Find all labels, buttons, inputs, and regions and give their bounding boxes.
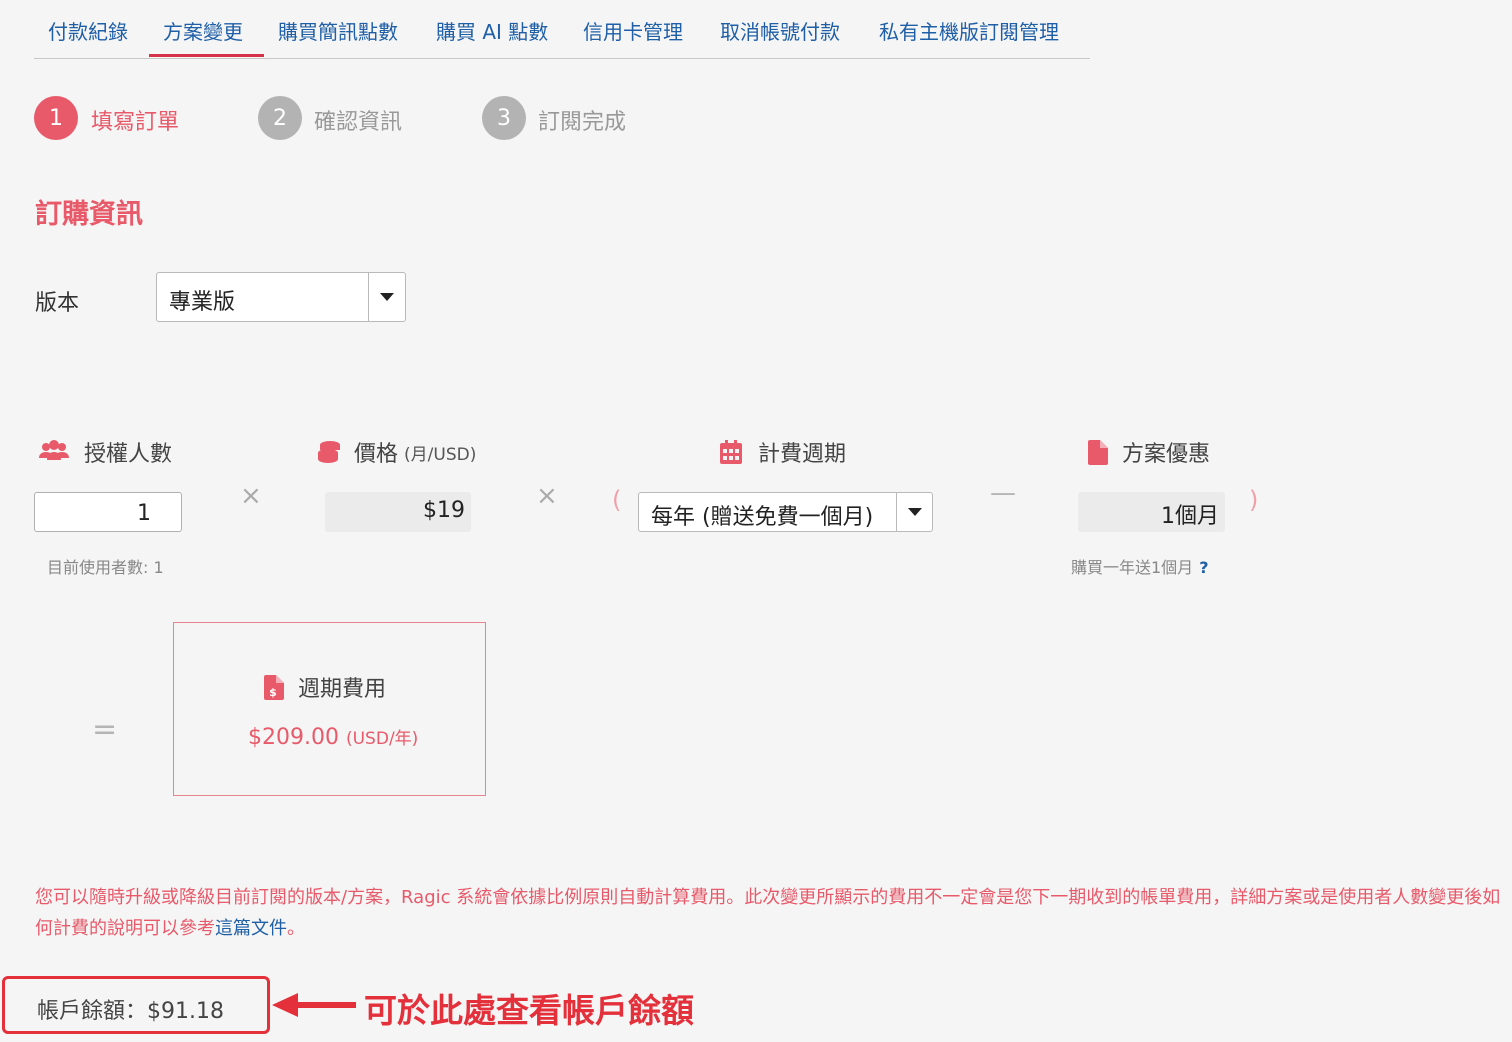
- discount-header-label: 方案優惠: [1122, 442, 1211, 467]
- discount-value: 1個月: [1161, 504, 1219, 529]
- svg-text:$: $: [269, 686, 277, 699]
- calendar-icon: [720, 440, 742, 464]
- minus-operator: —: [990, 478, 1016, 508]
- current-users-hint: 目前使用者數: 1: [47, 558, 164, 577]
- tab-payment-history[interactable]: 付款紀錄: [48, 16, 128, 45]
- discount-hint-text: 購買一年送1個月: [1071, 558, 1194, 577]
- period-fee-unit: (USD/年): [345, 729, 419, 749]
- user-count-input[interactable]: 1: [34, 492, 182, 532]
- cycle-header: 計費週期: [720, 436, 846, 468]
- step-3-label: 訂閱完成: [538, 110, 627, 135]
- file-icon: [1088, 439, 1108, 465]
- account-balance-highlight: 帳戶餘額：$91.18: [2, 976, 270, 1034]
- price-header-unit: (月/USD): [404, 444, 477, 465]
- tab-credit-card[interactable]: 信用卡管理: [583, 16, 683, 45]
- annotation-callout: 可於此處查看帳戶餘額: [364, 991, 694, 1030]
- times-operator-1: ×: [240, 481, 262, 511]
- chevron-down-icon[interactable]: [368, 273, 405, 321]
- step-1-circle: 1: [34, 96, 78, 140]
- billing-note-end: 。: [287, 918, 305, 939]
- version-select[interactable]: 專業版: [156, 272, 406, 322]
- chevron-down-icon[interactable]: [896, 493, 932, 531]
- billing-note: 您可以隨時升級或降級目前訂閱的版本/方案，Ragic 系統會依據比例原則自動計算…: [35, 882, 1510, 944]
- period-fee-title-text: 週期費用: [298, 677, 387, 702]
- tab-bar: 付款紀錄 方案變更 購買簡訊點數 購買 AI 點數 信用卡管理 取消帳號付款 私…: [34, 0, 1090, 59]
- discount-hint: 購買一年送1個月?: [1071, 554, 1208, 578]
- period-fee-amount: $209.00 (USD/年): [248, 724, 418, 750]
- coins-icon: [316, 440, 342, 464]
- users-header-label: 授權人數: [84, 442, 173, 467]
- billing-cycle-value: 每年 (贈送免費一個月): [651, 505, 874, 530]
- step-2-label: 確認資訊: [314, 110, 403, 135]
- billing-cycle-select[interactable]: 每年 (贈送免費一個月): [638, 492, 933, 532]
- step-1-label: 填寫訂單: [91, 110, 180, 135]
- user-count-value: 1: [137, 501, 151, 526]
- users-header: 授權人數: [38, 436, 172, 468]
- equals-operator: =: [92, 712, 118, 747]
- invoice-dollar-icon: $: [264, 674, 284, 700]
- active-tab-underline: [149, 54, 264, 57]
- version-label: 版本: [35, 291, 80, 316]
- price-value: $19: [423, 498, 465, 523]
- tab-buy-sms-credits[interactable]: 購買簡訊點數: [278, 16, 398, 45]
- tab-cancel-payment[interactable]: 取消帳號付款: [720, 16, 840, 45]
- users-icon: [38, 440, 70, 464]
- step-3-circle: 3: [482, 96, 526, 140]
- discount-field: 1個月: [1078, 492, 1225, 532]
- tab-buy-ai-credits[interactable]: 購買 AI 點數: [436, 16, 548, 45]
- version-select-value: 專業版: [169, 290, 236, 315]
- tab-private-server[interactable]: 私有主機版訂閱管理: [879, 16, 1059, 45]
- section-title: 訂購資訊: [35, 199, 143, 230]
- step-2-circle: 2: [258, 96, 302, 140]
- cycle-header-label: 計費週期: [758, 442, 847, 467]
- arrow-left-icon: [272, 993, 356, 1017]
- account-balance: 帳戶餘額：$91.18: [37, 999, 224, 1024]
- tab-plan-change[interactable]: 方案變更: [163, 16, 243, 45]
- price-header-label: 價格: [354, 442, 399, 467]
- help-question-icon[interactable]: ?: [1199, 558, 1208, 577]
- price-field: $19: [325, 492, 471, 532]
- price-header: 價格 (月/USD): [316, 436, 476, 468]
- close-paren: ): [1249, 486, 1259, 514]
- open-paren: (: [612, 486, 622, 514]
- discount-header: 方案優惠: [1088, 436, 1210, 468]
- period-fee-box: $ 週期費用 $209.00 (USD/年): [173, 622, 486, 796]
- doc-link[interactable]: 這篇文件: [215, 918, 287, 939]
- period-fee-amount-value: $209.00: [248, 725, 339, 750]
- times-operator-2: ×: [536, 481, 558, 511]
- period-fee-title: $ 週期費用: [264, 671, 386, 703]
